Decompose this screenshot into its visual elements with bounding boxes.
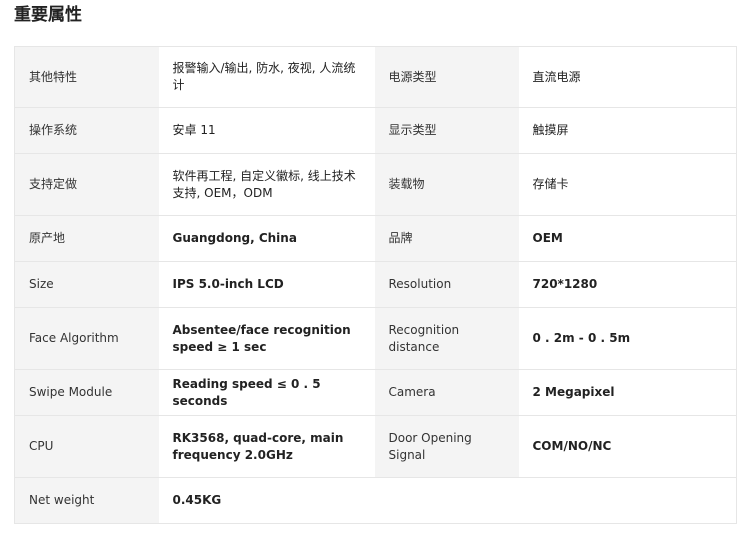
attribute-value: 存储卡 [518, 153, 737, 216]
attribute-value: OEM [518, 215, 737, 262]
empty-cell [518, 477, 737, 524]
table-row: Face Algorithm Absentee/face recognition… [14, 307, 737, 370]
attribute-key: Recognition distance [374, 307, 519, 370]
attribute-value: 软件再工程, 自定义徽标, 线上技术支持, OEM，ODM [158, 153, 375, 216]
attribute-value: RK3568, quad-core, main frequency 2.0GHz [158, 415, 375, 478]
attribute-value: IPS 5.0-inch LCD [158, 261, 375, 308]
table-row: Net weight 0.45KG [14, 477, 737, 524]
attribute-key: Swipe Module [14, 369, 159, 416]
attribute-key: 原产地 [14, 215, 159, 262]
attribute-value: 安卓 11 [158, 107, 375, 154]
table-row: 支持定做 软件再工程, 自定义徽标, 线上技术支持, OEM，ODM 装载物 存… [14, 153, 737, 216]
attribute-key: 操作系统 [14, 107, 159, 154]
attribute-key: Resolution [374, 261, 519, 308]
table-row: CPU RK3568, quad-core, main frequency 2.… [14, 415, 737, 478]
attribute-value: 触摸屏 [518, 107, 737, 154]
attribute-value: Absentee/face recognition speed ≥ 1 sec [158, 307, 375, 370]
attribute-value: Reading speed ≤ 0 . 5 seconds [158, 369, 375, 416]
attribute-value: Guangdong, China [158, 215, 375, 262]
attribute-key: CPU [14, 415, 159, 478]
section-title: 重要属性 [14, 5, 82, 25]
attribute-value: 0.45KG [158, 477, 375, 524]
table-row: 操作系统 安卓 11 显示类型 触摸屏 [14, 107, 737, 154]
attribute-value: 720*1280 [518, 261, 737, 308]
table-row: Swipe Module Reading speed ≤ 0 . 5 secon… [14, 369, 737, 416]
attributes-table: 其他特性 报警输入/输出, 防水, 夜视, 人流统计 电源类型 直流电源 操作系… [14, 46, 737, 524]
attribute-key: 显示类型 [374, 107, 519, 154]
attribute-value: 2 Megapixel [518, 369, 737, 416]
attribute-key: 装载物 [374, 153, 519, 216]
attribute-value: 直流电源 [518, 46, 737, 108]
attribute-value: COM/NO/NC [518, 415, 737, 478]
attribute-key: Size [14, 261, 159, 308]
attribute-key: Net weight [14, 477, 159, 524]
attribute-key: Camera [374, 369, 519, 416]
table-row: 其他特性 报警输入/输出, 防水, 夜视, 人流统计 电源类型 直流电源 [14, 46, 737, 108]
table-row: 原产地 Guangdong, China 品牌 OEM [14, 215, 737, 262]
attribute-key: 支持定做 [14, 153, 159, 216]
attribute-value: 报警输入/输出, 防水, 夜视, 人流统计 [158, 46, 375, 108]
empty-cell [374, 477, 519, 524]
attribute-key: 电源类型 [374, 46, 519, 108]
table-row: Size IPS 5.0-inch LCD Resolution 720*128… [14, 261, 737, 308]
attribute-key: 品牌 [374, 215, 519, 262]
attribute-key: 其他特性 [14, 46, 159, 108]
attribute-value: 0 . 2m - 0 . 5m [518, 307, 737, 370]
attribute-key: Door Opening Signal [374, 415, 519, 478]
attribute-key: Face Algorithm [14, 307, 159, 370]
